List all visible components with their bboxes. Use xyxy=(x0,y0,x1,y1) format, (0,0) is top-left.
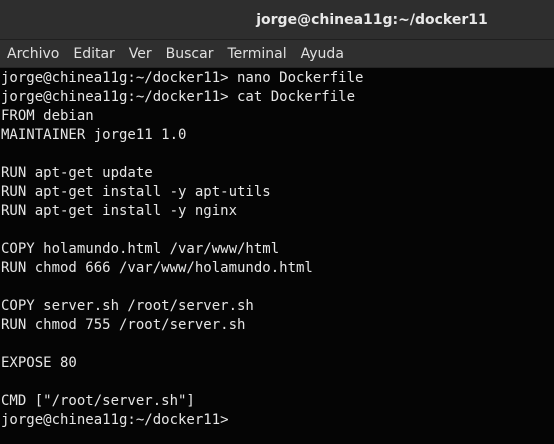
terminal-line: EXPOSE 80 xyxy=(1,355,77,371)
terminal-output[interactable]: jorge@chinea11g:~/docker11> nano Dockerf… xyxy=(0,68,554,444)
terminal-line: RUN apt-get update xyxy=(1,165,153,181)
window-title: jorge@chinea11g:~/docker11 xyxy=(256,11,488,28)
menu-buscar[interactable]: Buscar xyxy=(159,46,221,62)
menu-bar: Archivo Editar Ver Buscar Terminal Ayuda xyxy=(0,40,554,68)
menu-terminal[interactable]: Terminal xyxy=(220,46,293,62)
menu-archivo[interactable]: Archivo xyxy=(0,46,66,62)
title-bar[interactable]: jorge@chinea11g:~/docker11 xyxy=(0,0,554,40)
menu-ayuda[interactable]: Ayuda xyxy=(294,46,351,62)
terminal-line: RUN chmod 666 /var/www/holamundo.html xyxy=(1,260,313,276)
terminal-line: RUN chmod 755 /root/server.sh xyxy=(1,317,246,333)
terminal-line: jorge@chinea11g:~/docker11> nano Dockerf… xyxy=(1,70,364,86)
terminal-line: RUN apt-get install -y apt-utils xyxy=(1,184,271,200)
terminal-line: MAINTAINER jorge11 1.0 xyxy=(1,127,187,143)
terminal-window: jorge@chinea11g:~/docker11 Archivo Edita… xyxy=(0,0,554,444)
terminal-line: CMD ["/root/server.sh"] xyxy=(1,393,195,409)
terminal-line: COPY server.sh /root/server.sh xyxy=(1,298,254,314)
terminal-line: FROM debian xyxy=(1,108,94,124)
menu-ver[interactable]: Ver xyxy=(122,46,159,62)
terminal-line: COPY holamundo.html /var/www/html xyxy=(1,241,280,257)
terminal-line: jorge@chinea11g:~/docker11> cat Dockerfi… xyxy=(1,89,356,105)
menu-editar[interactable]: Editar xyxy=(66,46,121,62)
terminal-line: RUN apt-get install -y nginx xyxy=(1,203,238,219)
terminal-prompt[interactable]: jorge@chinea11g:~/docker11> xyxy=(1,411,554,430)
